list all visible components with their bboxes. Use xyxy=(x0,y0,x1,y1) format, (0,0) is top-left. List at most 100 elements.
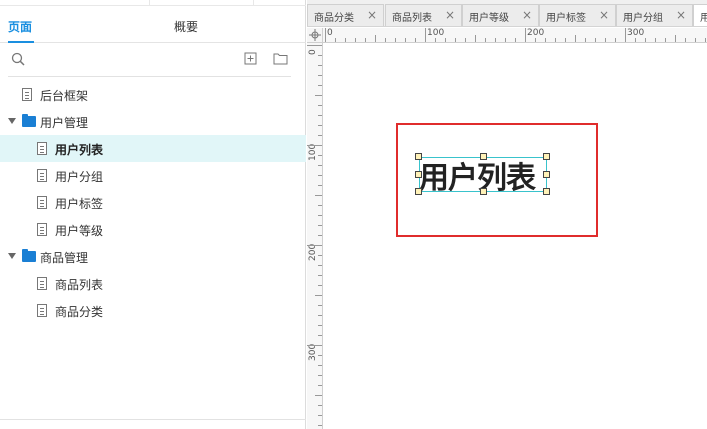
ruler-label: 300 xyxy=(308,343,318,361)
resize-handle[interactable] xyxy=(415,188,422,195)
ruler-tick xyxy=(318,155,322,156)
ruler-tick xyxy=(575,35,576,42)
tree-item-user-tags[interactable]: 用户标签 xyxy=(0,189,306,216)
tree-item-backend-frame[interactable]: 后台框架 xyxy=(0,81,306,108)
resize-handle[interactable] xyxy=(415,171,422,178)
horizontal-ruler[interactable]: 0 100 200 300 xyxy=(323,28,707,43)
ruler-tick xyxy=(318,335,322,336)
ruler-tick xyxy=(475,35,476,42)
caret-down-icon[interactable] xyxy=(8,253,16,259)
doc-tab[interactable]: 用户分组 × xyxy=(616,4,693,26)
ruler-tick xyxy=(318,405,322,406)
tree-item-label: 用户等级 xyxy=(55,224,104,238)
add-page-icon[interactable] xyxy=(244,52,257,65)
doc-tab[interactable]: 商品列表 × xyxy=(385,4,462,26)
resize-handle[interactable] xyxy=(543,153,550,160)
doc-tab[interactable]: 用户标签 × xyxy=(539,4,616,26)
caret-down-icon[interactable] xyxy=(8,118,16,124)
close-icon[interactable]: × xyxy=(676,8,686,22)
close-icon[interactable]: × xyxy=(599,8,609,22)
ruler-tick xyxy=(318,305,322,306)
ruler-tick xyxy=(318,375,322,376)
tree-item-user-group[interactable]: 用户分组 xyxy=(0,162,306,189)
close-icon[interactable]: × xyxy=(367,8,377,22)
ruler-tick xyxy=(318,215,322,216)
doc-tab[interactable]: 商品分类 × xyxy=(307,4,384,26)
ruler-tick xyxy=(455,38,456,42)
tree-item-label: 商品列表 xyxy=(55,278,104,292)
tree-folder-product-management[interactable]: 商品管理 xyxy=(0,243,306,270)
ruler-tick xyxy=(315,95,322,96)
ruler-tick xyxy=(315,395,322,396)
search-icon[interactable] xyxy=(11,52,25,66)
vertical-ruler[interactable]: 0 100 200 300 xyxy=(307,43,323,429)
page-icon xyxy=(37,304,47,317)
ruler-tick xyxy=(318,75,322,76)
tree-item-label: 后台框架 xyxy=(40,89,89,103)
close-icon[interactable]: × xyxy=(445,8,455,22)
selection-box[interactable] xyxy=(419,157,547,192)
ruler-tick xyxy=(425,28,426,42)
ruler-tick xyxy=(545,38,546,42)
tab-outline[interactable]: 概要 xyxy=(174,18,198,35)
ruler-tick xyxy=(445,38,446,42)
page-icon xyxy=(37,196,47,209)
ruler-tick xyxy=(318,85,322,86)
ruler-tick xyxy=(375,35,376,42)
ruler-tick xyxy=(635,38,636,42)
ruler-tick xyxy=(465,38,466,42)
ruler-tick xyxy=(525,28,526,42)
page-icon xyxy=(37,277,47,290)
ruler-tick xyxy=(318,175,322,176)
ruler-tick xyxy=(318,285,322,286)
ruler-tick xyxy=(318,105,322,106)
resize-handle[interactable] xyxy=(543,188,550,195)
ruler-tick xyxy=(318,315,322,316)
ruler-tick xyxy=(318,225,322,226)
ruler-label: 100 xyxy=(427,28,445,38)
ruler-tick xyxy=(318,365,322,366)
ruler-tick xyxy=(355,38,356,42)
tree-item-label: 用户管理 xyxy=(40,116,89,130)
ruler-tick xyxy=(318,325,322,326)
ruler-tick xyxy=(365,38,366,42)
ruler-label: 100 xyxy=(308,143,318,161)
ruler-tick xyxy=(515,38,516,42)
ruler-tick xyxy=(655,38,656,42)
doc-tab-label: 用户分组 xyxy=(623,13,663,24)
tree-item-label: 商品分类 xyxy=(55,305,104,319)
ruler-corner[interactable] xyxy=(307,28,323,43)
ruler-tick xyxy=(315,295,322,296)
add-folder-icon[interactable] xyxy=(273,52,288,65)
ruler-tick xyxy=(505,38,506,42)
ruler-tick xyxy=(318,135,322,136)
ruler-tick xyxy=(595,38,596,42)
ruler-tick xyxy=(325,28,326,42)
ruler-tick xyxy=(495,38,496,42)
resize-handle[interactable] xyxy=(543,171,550,178)
ruler-tick xyxy=(315,195,322,196)
resize-handle[interactable] xyxy=(480,153,487,160)
doc-tab-active[interactable]: 用 xyxy=(693,4,707,26)
tree-item-label: 用户分组 xyxy=(55,170,104,184)
folder-icon xyxy=(22,249,36,262)
tree-folder-user-management[interactable]: 用户管理 xyxy=(0,108,306,135)
ruler-tick xyxy=(318,415,322,416)
tree-item-product-category[interactable]: 商品分类 xyxy=(0,297,306,324)
resize-handle[interactable] xyxy=(415,153,422,160)
tree-item-label: 用户标签 xyxy=(55,197,104,211)
ruler-tick xyxy=(405,38,406,42)
close-icon[interactable]: × xyxy=(522,8,532,22)
resize-handle[interactable] xyxy=(480,188,487,195)
tree-item-product-list[interactable]: 商品列表 xyxy=(0,270,306,297)
ruler-tick xyxy=(485,38,486,42)
tab-pages[interactable]: 页面 xyxy=(8,18,32,35)
doc-tab-label: 商品列表 xyxy=(392,13,432,24)
doc-tab[interactable]: 用户等级 × xyxy=(462,4,539,26)
tree-item-user-level[interactable]: 用户等级 xyxy=(0,216,306,243)
tree-item-user-list[interactable]: 用户列表 xyxy=(0,135,306,162)
ruler-tick xyxy=(318,115,322,116)
ruler-tick xyxy=(415,38,416,42)
ruler-tick xyxy=(695,38,696,42)
doc-tab-label: 用户等级 xyxy=(469,13,509,24)
